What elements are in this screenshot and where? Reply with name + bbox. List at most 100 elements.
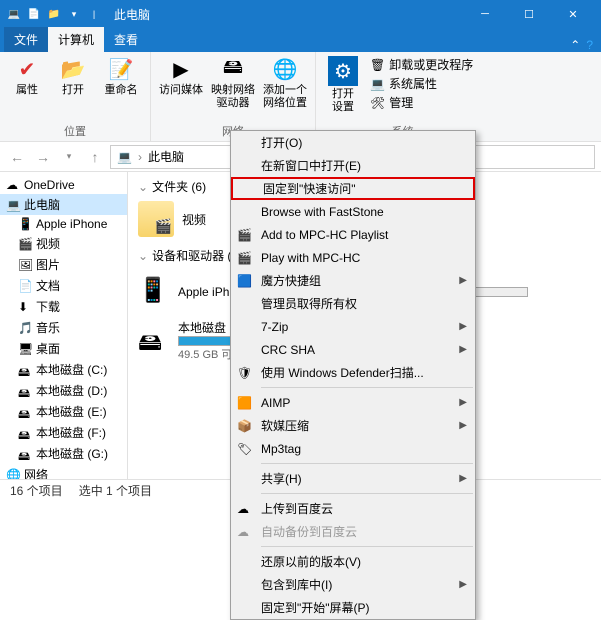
back-button[interactable]: ←	[6, 146, 28, 168]
file-icon[interactable]: 📄	[26, 6, 42, 22]
system-props-button[interactable]: 💻系统属性	[370, 75, 473, 92]
tab-view[interactable]: 查看	[104, 27, 148, 52]
menu-separator	[261, 463, 473, 464]
menu-item[interactable]: 7-Zip▶	[231, 315, 475, 338]
menu-item-label: 上传到百度云	[261, 500, 333, 517]
item-count: 16 个项目	[10, 482, 63, 499]
menu-item[interactable]: 🎬 Play with MPC-HC	[231, 246, 475, 269]
monitor-icon: 💻	[6, 6, 22, 22]
sidebar-item[interactable]: ☁OneDrive	[0, 176, 127, 194]
menu-item[interactable]: 📦软媒压缩▶	[231, 414, 475, 437]
sidebar-item[interactable]: 🖴本地磁盘 (D:)	[0, 380, 127, 401]
sidebar-item-label: 桌面	[36, 340, 60, 357]
sidebar-item[interactable]: 🖥桌面	[0, 338, 127, 359]
recent-dropdown[interactable]: ▾	[58, 146, 80, 168]
network-icon: 🌐	[6, 468, 20, 480]
menu-item[interactable]: ☁ 上传到百度云	[231, 497, 475, 520]
breadcrumb[interactable]: 此电脑	[148, 148, 184, 165]
drive-label: Apple iPh	[178, 285, 229, 299]
sidebar-item[interactable]: 🎬视频	[0, 233, 127, 254]
add-network-button[interactable]: 🌐 添加一个 网络位置	[263, 56, 307, 110]
ribbon-collapse-icon[interactable]: ⌃	[570, 38, 580, 52]
sidebar-item[interactable]: 💻此电脑	[0, 194, 127, 215]
menu-item[interactable]: CRC SHA▶	[231, 338, 475, 361]
menu-item[interactable]: 还原以前的版本(V)	[231, 550, 475, 573]
qat-divider: |	[86, 6, 102, 22]
uninstall-button[interactable]: 🗑卸载或更改程序	[370, 56, 473, 73]
sidebar-item-label: 下载	[36, 298, 60, 315]
uninstall-icon: 🗑	[370, 58, 385, 72]
check-icon: ✔	[14, 56, 40, 82]
navigation-pane: ☁OneDrive💻此电脑📱Apple iPhone🎬视频🖼图片📄文档⬇下载🎵音…	[0, 172, 128, 479]
manage-button[interactable]: 🛠管理	[370, 94, 473, 111]
menu-item[interactable]: 🎬Add to MPC-HC Playlist	[231, 223, 475, 246]
submenu-arrow-icon: ▶	[459, 275, 467, 286]
qat-dropdown-icon[interactable]: ▾	[66, 6, 82, 22]
folder-tile[interactable]: 🎬视频	[138, 201, 228, 237]
disk-icon: 🖴	[18, 405, 32, 419]
ribbon-group-network: ▶ 访问媒体 🖴 映射网络 驱动器 🌐 添加一个 网络位置 网络	[151, 52, 316, 141]
sidebar-item[interactable]: 📄文档	[0, 275, 127, 296]
tab-file[interactable]: 文件	[4, 27, 48, 52]
menu-item-label: 共享(H)	[261, 470, 302, 487]
menu-item-label: 7-Zip	[261, 320, 288, 334]
menu-item[interactable]: 固定到"快速访问"	[231, 177, 475, 200]
menu-item[interactable]: 🛡使用 Windows Defender扫描...	[231, 361, 475, 384]
cloud-icon: ☁	[6, 178, 20, 192]
menu-item-icon: 🎬	[237, 228, 253, 242]
menu-item[interactable]: 在新窗口中打开(E)	[231, 154, 475, 177]
minimize-button[interactable]: ─	[463, 0, 507, 28]
up-button[interactable]: ↑	[84, 146, 106, 168]
rename-button[interactable]: 📝 重命名	[100, 56, 142, 97]
disk-icon: 🖴	[18, 447, 32, 461]
ribbon: ✔ 属性 📂 打开 📝 重命名 位置 ▶ 访问媒体 🖴 映射网络 驱动器	[0, 52, 601, 142]
menu-item: ☁自动备份到百度云	[231, 520, 475, 543]
map-network-button[interactable]: 🖴 映射网络 驱动器	[211, 56, 255, 110]
close-button[interactable]: ✕	[551, 0, 595, 28]
menu-item[interactable]: 管理员取得所有权	[231, 292, 475, 315]
sidebar-item[interactable]: 🎵音乐	[0, 317, 127, 338]
tab-computer[interactable]: 计算机	[48, 27, 104, 52]
sidebar-item[interactable]: 🌐网络	[0, 464, 127, 479]
menu-item[interactable]: 🟧AIMP▶	[231, 391, 475, 414]
sidebar-item[interactable]: 🖴本地磁盘 (F:)	[0, 422, 127, 443]
maximize-button[interactable]: ☐	[507, 0, 551, 28]
sidebar-item[interactable]: 🖴本地磁盘 (C:)	[0, 359, 127, 380]
sidebar-item[interactable]: 🖴本地磁盘 (G:)	[0, 443, 127, 464]
gear-icon: ⚙	[328, 56, 358, 86]
menu-item-label: 在新窗口中打开(E)	[261, 157, 361, 174]
menu-item[interactable]: 🟦魔方快捷组▶	[231, 269, 475, 292]
rename-icon: 📝	[108, 56, 134, 82]
properties-button[interactable]: ✔ 属性	[8, 56, 46, 97]
submenu-arrow-icon: ▶	[459, 473, 467, 484]
settings-button[interactable]: ⚙ 打开 设置	[324, 56, 362, 114]
menu-item-label: 魔方快捷组	[261, 272, 321, 289]
menu-item-icon: 🎬	[237, 251, 253, 265]
menu-item-icon: 📦	[237, 419, 253, 433]
open-button[interactable]: 📂 打开	[54, 56, 92, 97]
menu-item[interactable]: 共享(H) ▶	[231, 467, 475, 490]
folder-icon[interactable]: 📁	[46, 6, 62, 22]
menu-item[interactable]: 包含到库中(I)▶	[231, 573, 475, 596]
menu-item-label: 固定到"开始"屏幕(P)	[261, 599, 370, 616]
menu-item-icon: 🛡	[237, 366, 253, 380]
access-media-button[interactable]: ▶ 访问媒体	[159, 56, 203, 97]
help-icon[interactable]: ?	[586, 38, 593, 52]
menu-item[interactable]: 固定到"开始"屏幕(P)	[231, 596, 475, 619]
window-controls: ─ ☐ ✕	[463, 0, 595, 28]
menu-item-label: CRC SHA	[261, 343, 315, 357]
menu-item-label: Play with MPC-HC	[261, 251, 360, 265]
drive-icon: 📱	[138, 276, 170, 308]
menu-item[interactable]: Browse with FastStone	[231, 200, 475, 223]
open-icon: 📂	[60, 56, 86, 82]
sidebar-item[interactable]: 📱Apple iPhone	[0, 215, 127, 233]
menu-item-icon: ☁	[237, 502, 253, 516]
sidebar-item[interactable]: 🖼图片	[0, 254, 127, 275]
menu-item[interactable]: 🏷Mp3tag	[231, 437, 475, 460]
sidebar-item[interactable]: ⬇下载	[0, 296, 127, 317]
disk-icon: 🖴	[18, 363, 32, 377]
sidebar-item[interactable]: 🖴本地磁盘 (E:)	[0, 401, 127, 422]
forward-button[interactable]: →	[32, 146, 54, 168]
menu-separator	[261, 546, 473, 547]
menu-item[interactable]: 打开(O)	[231, 131, 475, 154]
